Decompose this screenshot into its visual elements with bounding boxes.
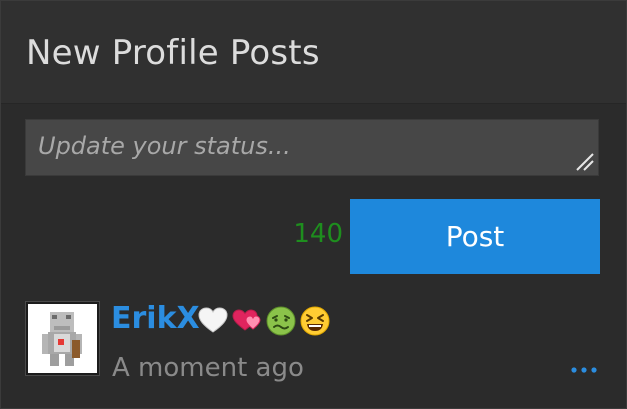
user-badges bbox=[197, 304, 333, 338]
status-input[interactable] bbox=[26, 120, 598, 175]
more-options-button[interactable] bbox=[568, 359, 600, 381]
status-box bbox=[25, 119, 599, 176]
nauseated-face-icon bbox=[266, 306, 296, 336]
post-timestamp[interactable]: A moment ago bbox=[112, 353, 304, 383]
squinting-laughing-face-icon bbox=[300, 306, 330, 336]
widget-header: New Profile Posts bbox=[1, 1, 626, 104]
heart-exclamation-icon bbox=[232, 309, 261, 331]
avatar[interactable] bbox=[25, 301, 100, 376]
resize-handle-icon[interactable] bbox=[575, 152, 595, 172]
white-heart-icon bbox=[198, 307, 228, 333]
widget-title: New Profile Posts bbox=[26, 33, 320, 73]
more-dots-icon bbox=[571, 367, 597, 373]
profile-posts-widget: New Profile Posts 140 Post ErikX bbox=[0, 0, 627, 409]
char-counter: 140 bbox=[293, 219, 343, 249]
username-link[interactable]: ErikX bbox=[111, 301, 200, 336]
post-button[interactable]: Post bbox=[350, 199, 600, 274]
avatar-image bbox=[28, 304, 97, 373]
